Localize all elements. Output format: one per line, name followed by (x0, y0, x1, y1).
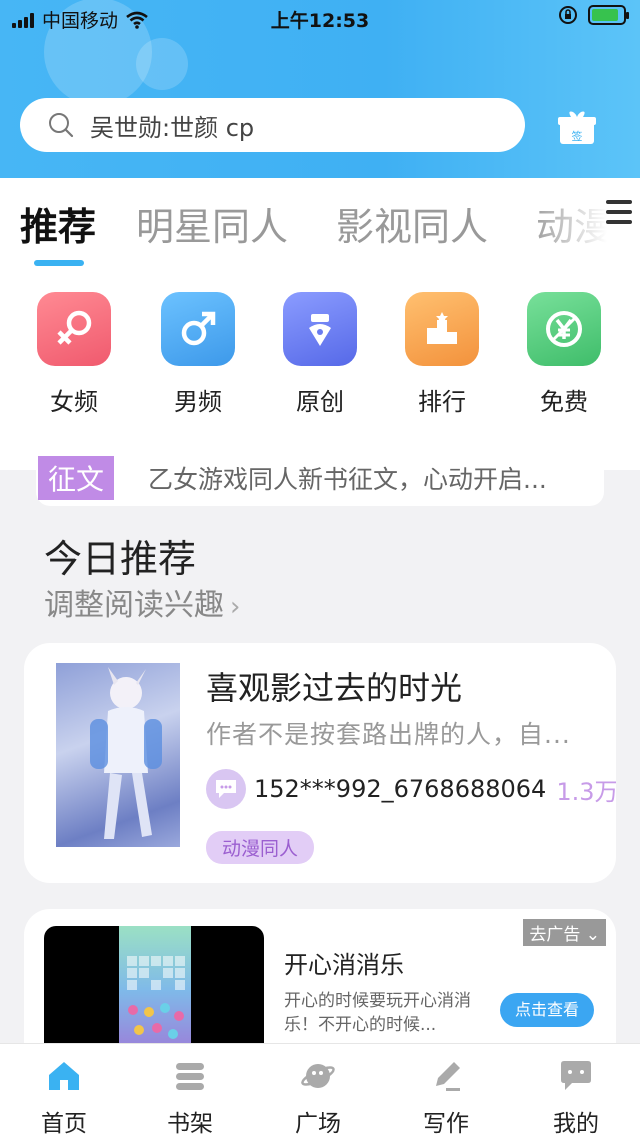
ad-description: 开心的时候要玩开心消消乐！不开心的时候... (284, 991, 471, 1035)
book-cover (56, 663, 180, 847)
nav-bookshelf[interactable]: 书架 (150, 1058, 230, 1138)
nav-label: 我的 (553, 1111, 599, 1137)
nav-write[interactable]: 写作 (406, 1058, 486, 1138)
author-row: 152***992_6768688064 1.3万 (206, 769, 616, 809)
category-free[interactable]: 免费 (519, 292, 609, 417)
orientation-lock-icon (559, 6, 577, 24)
notice-banner[interactable]: 征文 乙女游戏同人新书征文，心动开启... (36, 450, 604, 506)
home-icon (49, 1062, 79, 1090)
tab-celebrity-fanfic[interactable]: 明星同人 (136, 196, 288, 251)
category-shortcuts: 女频 男频 原创 排行 免费 (0, 274, 640, 470)
ad-game-screenshot (119, 926, 191, 1056)
pen-nib-icon (283, 292, 357, 366)
read-count: 1.3万 (556, 777, 616, 806)
category-label: 女频 (50, 388, 98, 416)
ad-close-button[interactable]: 去广告 ⌄ (523, 919, 606, 946)
category-label: 免费 (540, 388, 588, 416)
gift-checkin-icon[interactable]: 签 (557, 110, 597, 146)
book-card[interactable]: 喜观影过去的时光 作者不是按套路出牌的人，自... 152***992_6768… (24, 643, 616, 883)
chat-bubble-icon (561, 1061, 591, 1090)
planet-icon (301, 1064, 335, 1088)
battery-icon (588, 5, 629, 25)
decor-bubble-small (136, 38, 188, 90)
search-placeholder: 吴世勋:世颜 cp (90, 113, 255, 142)
section-subtitle: 调整阅读兴趣 (44, 588, 224, 623)
nav-label: 书架 (167, 1111, 213, 1137)
tab-recommend[interactable]: 推荐 (20, 196, 96, 251)
gift-label: 签 (572, 129, 583, 143)
cover-illustration (90, 667, 162, 839)
bookshelf-icon (176, 1063, 204, 1090)
status-right (558, 5, 629, 25)
ad-close-label: 去广告 (529, 925, 581, 945)
tabs-menu-icon[interactable] (606, 200, 632, 230)
nav-home[interactable]: 首页 (24, 1058, 104, 1138)
battery-fill (592, 9, 618, 21)
female-icon (37, 292, 111, 366)
ad-title: 开心消消乐 (284, 951, 404, 979)
nav-label: 写作 (423, 1111, 469, 1137)
section-title: 今日推荐 (44, 537, 197, 581)
author-name: 152***992_6768688064 (254, 775, 547, 803)
author-avatar-icon (206, 769, 246, 809)
chevron-right-icon: › (230, 592, 241, 622)
search-bar[interactable]: 吴世勋:世颜 cp (20, 98, 525, 152)
bottom-nav: 首页 书架 广场 写作 我的 (0, 1043, 640, 1141)
category-label: 排行 (418, 388, 466, 416)
book-title: 喜观影过去的时光 (206, 669, 463, 707)
podium-icon (405, 292, 479, 366)
header: 中国移动 上午12:53 吴世勋:世颜 cp 签 (0, 0, 640, 178)
category-male[interactable]: 男频 (153, 292, 243, 417)
category-label: 原创 (296, 388, 344, 416)
status-time: 上午12:53 (270, 10, 370, 32)
nav-square[interactable]: 广场 (278, 1058, 358, 1138)
pencil-icon (436, 1062, 460, 1091)
ad-view-button[interactable]: 点击查看 (500, 993, 594, 1027)
category-label: 男频 (174, 388, 222, 416)
notice-tag: 征文 (38, 456, 115, 500)
tab-film-fanfic[interactable]: 影视同人 (336, 196, 488, 251)
ad-media (44, 926, 264, 1056)
genre-tag: 动漫同人 (206, 831, 315, 864)
book-description: 作者不是按套路出牌的人，自... (206, 720, 571, 749)
category-tabs: 推荐 明星同人 影视同人 动漫 (0, 178, 640, 274)
ad-card[interactable]: 去广告 ⌄ 开心消消乐 开心的时候要玩开心消消乐！不开心的时候... 点击查看 (24, 909, 616, 1059)
male-icon (161, 292, 235, 366)
search-icon (49, 113, 74, 138)
tab-active-indicator (34, 260, 84, 266)
nav-label: 广场 (295, 1111, 341, 1137)
nav-me[interactable]: 我的 (536, 1058, 616, 1138)
nav-label: 首页 (41, 1111, 87, 1137)
adjust-interest-link[interactable]: 调整阅读兴趣 › (44, 580, 240, 624)
yen-free-icon (527, 292, 601, 366)
status-bar: 中国移动 上午12:53 (0, 0, 640, 36)
notice-text: 乙女游戏同人新书征文，心动开启... (148, 465, 547, 494)
category-original[interactable]: 原创 (275, 292, 365, 417)
category-ranking[interactable]: 排行 (397, 292, 487, 417)
category-female[interactable]: 女频 (29, 292, 119, 417)
